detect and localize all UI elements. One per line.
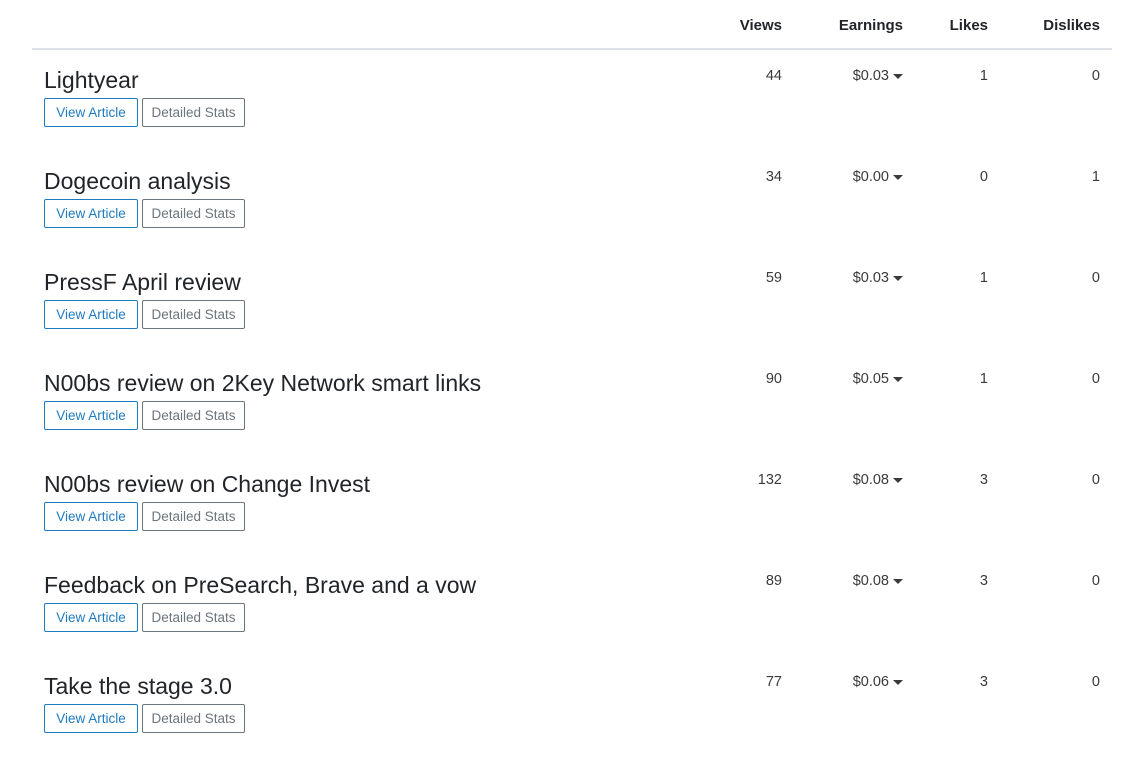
article-stats-table: Views Earnings Likes Dislikes Lightyear … (32, 0, 1112, 757)
table-row: Lightyear View Article Detailed Stats 44… (32, 50, 1112, 151)
detailed-stats-button[interactable]: Detailed Stats (142, 98, 245, 127)
article-title: N00bs review on Change Invest (44, 471, 371, 497)
article-title: Feedback on PreSearch, Brave and a vow (44, 572, 477, 598)
table-row: Dogecoin analysis View Article Detailed … (32, 151, 1112, 252)
earnings-value: $0.03 (852, 68, 889, 84)
earnings-dropdown[interactable]: $0.03 (853, 68, 903, 84)
earnings-value: $0.08 (852, 472, 889, 488)
views-count: 90 (765, 371, 782, 387)
dislikes-count: 0 (1091, 68, 1100, 84)
table-body: Lightyear View Article Detailed Stats 44… (32, 50, 1112, 757)
dislikes-count: 0 (1091, 371, 1100, 387)
caret-down-icon[interactable] (893, 477, 903, 483)
column-header-earnings: Earnings (838, 17, 903, 34)
earnings-dropdown[interactable]: $0.05 (853, 371, 903, 387)
column-header-dislikes: Dislikes (1043, 17, 1100, 34)
detailed-stats-button[interactable]: Detailed Stats (142, 704, 245, 733)
dislikes-count: 0 (1091, 573, 1100, 589)
likes-count: 1 (979, 68, 988, 84)
dislikes-count: 0 (1091, 472, 1100, 488)
views-count: 44 (765, 68, 782, 84)
table-row: Feedback on PreSearch, Brave and a vow V… (32, 555, 1112, 656)
caret-down-icon[interactable] (893, 679, 903, 685)
caret-down-icon[interactable] (893, 174, 903, 180)
view-article-button[interactable]: View Article (44, 603, 138, 632)
article-title: N00bs review on 2Key Network smart links (44, 370, 482, 396)
likes-count: 3 (979, 472, 988, 488)
views-count: 34 (765, 169, 782, 185)
earnings-value: $0.05 (852, 371, 889, 387)
caret-down-icon[interactable] (893, 376, 903, 382)
earnings-dropdown[interactable]: $0.00 (853, 169, 903, 185)
article-title: Lightyear (44, 67, 139, 93)
view-article-button[interactable]: View Article (44, 98, 138, 127)
likes-count: 0 (979, 169, 988, 185)
dislikes-count: 0 (1091, 674, 1100, 690)
earnings-value: $0.03 (852, 270, 889, 286)
view-article-button[interactable]: View Article (44, 401, 138, 430)
likes-count: 1 (979, 270, 988, 286)
earnings-value: $0.06 (852, 674, 889, 690)
table-row: PressF April review View Article Detaile… (32, 252, 1112, 353)
likes-count: 1 (979, 371, 988, 387)
table-row: N00bs review on 2Key Network smart links… (32, 353, 1112, 454)
dislikes-count: 1 (1091, 169, 1100, 185)
earnings-dropdown[interactable]: $0.03 (853, 270, 903, 286)
earnings-dropdown[interactable]: $0.08 (853, 573, 903, 589)
earnings-dropdown[interactable]: $0.06 (853, 674, 903, 690)
views-count: 89 (765, 573, 782, 589)
article-title: PressF April review (44, 269, 241, 295)
view-article-button[interactable]: View Article (44, 199, 138, 228)
column-header-views: Views (739, 17, 782, 34)
table-row: N00bs review on Change Invest View Artic… (32, 454, 1112, 555)
detailed-stats-button[interactable]: Detailed Stats (142, 199, 245, 228)
caret-down-icon[interactable] (893, 73, 903, 79)
table-row: Take the stage 3.0 View Article Detailed… (32, 656, 1112, 757)
detailed-stats-button[interactable]: Detailed Stats (142, 300, 245, 329)
earnings-value: $0.08 (852, 573, 889, 589)
likes-count: 3 (979, 573, 988, 589)
dislikes-count: 0 (1091, 270, 1100, 286)
earnings-dropdown[interactable]: $0.08 (853, 472, 903, 488)
column-header-likes: Likes (949, 17, 988, 34)
view-article-button[interactable]: View Article (44, 300, 138, 329)
earnings-value: $0.00 (852, 169, 889, 185)
views-count: 132 (757, 472, 782, 488)
caret-down-icon[interactable] (893, 275, 903, 281)
detailed-stats-button[interactable]: Detailed Stats (142, 603, 245, 632)
article-title: Dogecoin analysis (44, 168, 231, 194)
detailed-stats-button[interactable]: Detailed Stats (142, 502, 245, 531)
views-count: 59 (765, 270, 782, 286)
detailed-stats-button[interactable]: Detailed Stats (142, 401, 245, 430)
likes-count: 3 (979, 674, 988, 690)
caret-down-icon[interactable] (893, 578, 903, 584)
table-header: Views Earnings Likes Dislikes (32, 0, 1112, 50)
article-title: Take the stage 3.0 (44, 673, 232, 699)
view-article-button[interactable]: View Article (44, 502, 138, 531)
views-count: 77 (765, 674, 782, 690)
view-article-button[interactable]: View Article (44, 704, 138, 733)
